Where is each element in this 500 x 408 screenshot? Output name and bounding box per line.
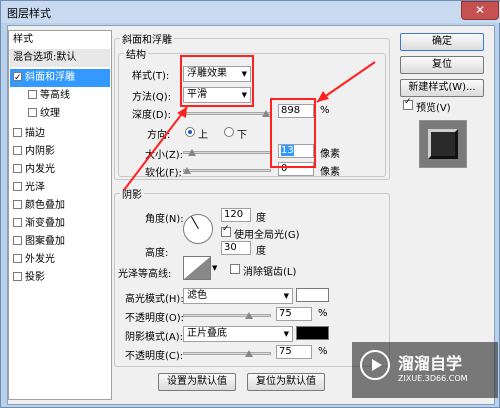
annotation-arrowhead-left xyxy=(177,107,187,118)
watermark-brand: 溜溜自学 xyxy=(398,354,463,373)
play-icon xyxy=(360,350,390,380)
annotation-arrow-left xyxy=(123,106,188,191)
play-icon-triangle xyxy=(372,359,382,371)
watermark-logo: 溜溜自学 ZIXUE.3D66.COM xyxy=(352,342,498,398)
annotation-arrowhead-right xyxy=(317,91,329,102)
watermark-url: ZIXUE.3D66.COM xyxy=(398,374,468,383)
